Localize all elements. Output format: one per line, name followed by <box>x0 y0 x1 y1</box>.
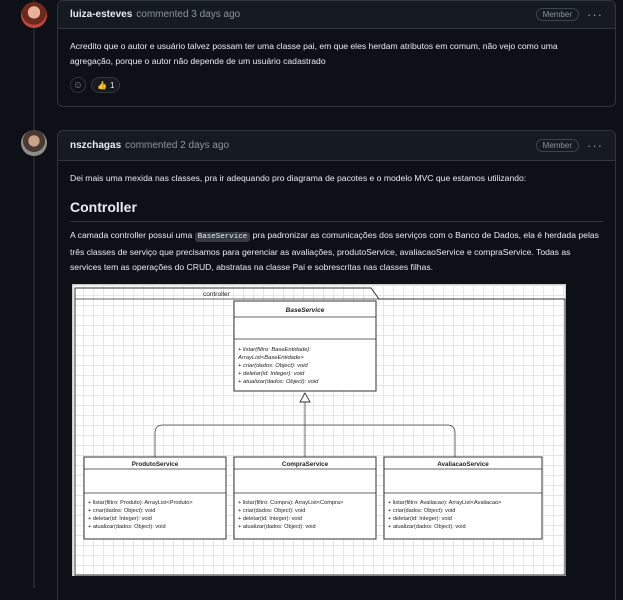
kebab-menu-icon[interactable]: ··· <box>587 139 603 152</box>
comment-paragraph: A camada controller possui uma BaseServi… <box>70 228 603 275</box>
method-line: + deletar(id: Integer): void <box>238 516 302 522</box>
thumbs-up-reaction[interactable]: 👍 1 <box>91 77 121 93</box>
comment-header: luiza-esteves commented 3 days ago Membe… <box>58 1 615 29</box>
comment-author[interactable]: nszchagas <box>70 140 121 151</box>
add-reaction-smiley-icon[interactable]: ☺ <box>70 77 86 93</box>
class-box-avaliacao: AvaliacaoService + listar(filtro: Avalia… <box>383 456 543 540</box>
method-line: + listar(filtro: Compra): ArrayList<Comp… <box>238 500 343 506</box>
avatar[interactable] <box>21 130 47 156</box>
member-badge: Member <box>535 8 579 21</box>
comment-body: Dei mais uma mexida nas classes, pra ir … <box>58 161 615 285</box>
reaction-count: 1 <box>109 80 115 90</box>
timeline-line <box>33 0 35 588</box>
class-name: ProdutoService <box>132 461 179 468</box>
comment-body: Acredito que o autor e usuário talvez po… <box>70 41 558 66</box>
paragraph-text: A camada controller possui uma <box>70 230 195 240</box>
method-line: + atualizar(dados: Object): void <box>388 524 466 530</box>
method-line: + atualizar(dados: Object): void <box>238 524 316 530</box>
method-line: + criar(dados: Object): void <box>388 508 455 514</box>
method-line: + atualizar(dados: Object): void <box>88 524 166 530</box>
method-line: + criar(dados: Object): void <box>238 508 305 514</box>
member-badge: Member <box>535 139 579 152</box>
method-line: + criar(dados: Object): void <box>88 508 155 514</box>
inheritance-lines <box>154 402 456 457</box>
method-line: + listar(filtro: BaseEntidade): <box>238 347 311 353</box>
section-heading: Controller <box>70 200 603 222</box>
class-box-produto: ProdutoService + listar(filtro: Produto)… <box>83 456 227 540</box>
class-name: AvaliacaoService <box>437 461 489 468</box>
comment-timestamp[interactable]: commented 3 days ago <box>136 9 240 20</box>
inheritance-arrowhead <box>299 392 311 403</box>
comment-timestamp[interactable]: commented 2 days ago <box>125 140 229 151</box>
diagram-canvas: controller BaseService + listar(filtro: … <box>74 287 566 576</box>
method-line: + listar(filtro: Produto): ArrayList<Pro… <box>88 500 193 506</box>
reactions-bar: ☺ 👍 1 <box>70 77 121 93</box>
method-line: + deletar(id: Integer): void <box>238 371 305 377</box>
comment-intro: Dei mais uma mexida nas classes, pra ir … <box>70 173 527 183</box>
class-name-base: BaseService <box>286 307 325 314</box>
package-label: controller <box>203 291 231 298</box>
class-box-compra: CompraService + listar(filtro: Compra): … <box>233 456 377 540</box>
comment-author[interactable]: luiza-esteves <box>70 9 132 20</box>
comment-card: luiza-esteves commented 3 days ago Membe… <box>57 0 616 107</box>
kebab-menu-icon[interactable]: ··· <box>587 8 603 21</box>
method-line: + criar(dados: Object): void <box>238 363 309 369</box>
method-line: + deletar(id: Integer): void <box>388 516 452 522</box>
inline-code: BaseService <box>194 232 251 242</box>
uml-class-diagram[interactable]: controller BaseService + listar(filtro: … <box>72 284 566 576</box>
class-box-base <box>233 300 377 392</box>
method-line: + deletar(id: Integer): void <box>88 516 152 522</box>
avatar[interactable] <box>21 2 47 28</box>
method-line: + listar(filtro: Avaliacao): ArrayList<A… <box>388 500 501 506</box>
thumbs-up-icon: 👍 <box>97 80 107 90</box>
method-line: + atualizar(dados: Object): void <box>238 379 319 385</box>
comment-header: nszchagas commented 2 days ago Member ··… <box>58 131 615 161</box>
method-line: ArrayList<BaseEntidade> <box>237 355 304 361</box>
class-name: CompraService <box>282 461 329 468</box>
